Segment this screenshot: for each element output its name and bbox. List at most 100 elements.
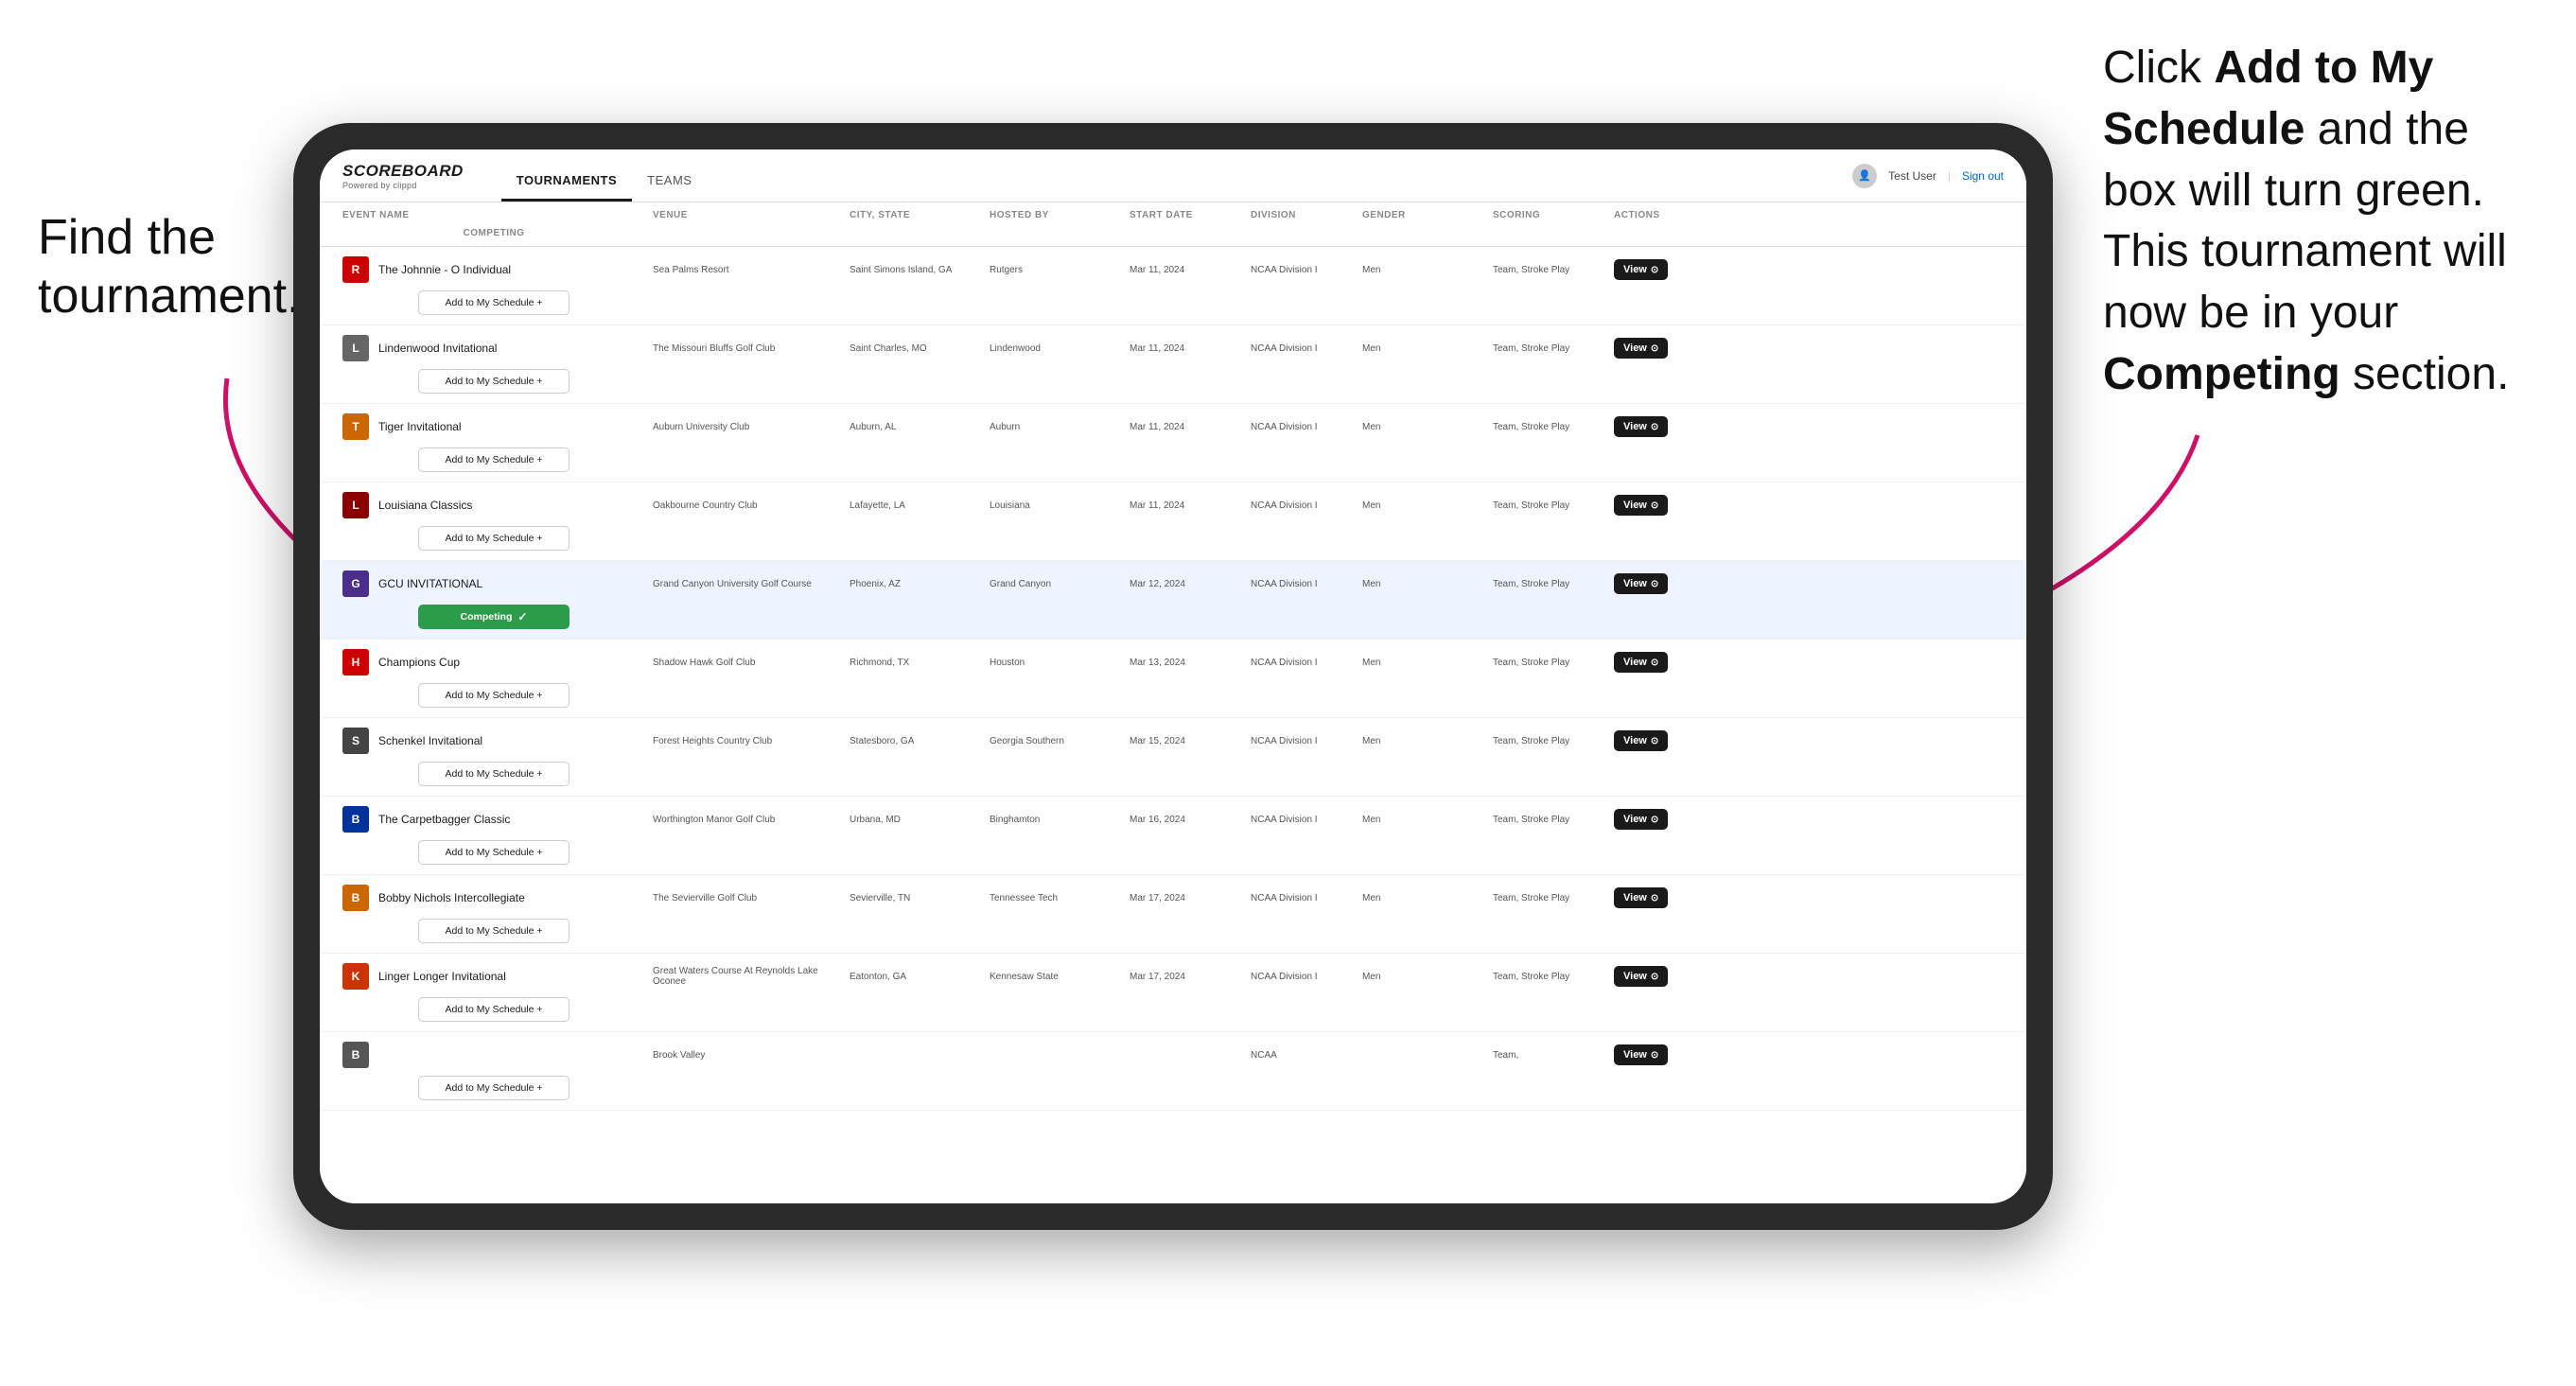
team-logo: T bbox=[342, 413, 369, 440]
actions-cell: View ⊙ bbox=[1614, 495, 1775, 516]
user-name: Test User bbox=[1888, 169, 1936, 183]
competing-button[interactable]: Competing ✓ bbox=[418, 605, 570, 629]
start-date-cell: Mar 15, 2024 bbox=[1130, 736, 1243, 746]
division-cell: NCAA Division I bbox=[1251, 265, 1355, 275]
add-to-schedule-button[interactable]: Add to My Schedule + bbox=[418, 290, 570, 315]
view-button[interactable]: View ⊙ bbox=[1614, 573, 1668, 594]
actions-cell: View ⊙ bbox=[1614, 573, 1775, 594]
view-button[interactable]: View ⊙ bbox=[1614, 652, 1668, 673]
view-button[interactable]: View ⊙ bbox=[1614, 416, 1668, 437]
event-name: Tiger Invitational bbox=[378, 420, 462, 433]
scoring-cell: Team, Stroke Play bbox=[1493, 422, 1606, 432]
team-logo: L bbox=[342, 335, 369, 361]
competing-cell: Add to My Schedule + bbox=[342, 447, 645, 472]
add-to-schedule-button[interactable]: Add to My Schedule + bbox=[418, 919, 570, 943]
start-date-cell: Mar 11, 2024 bbox=[1130, 343, 1243, 354]
tab-tournaments[interactable]: TOURNAMENTS bbox=[501, 173, 632, 202]
view-button[interactable]: View ⊙ bbox=[1614, 1044, 1668, 1065]
competing-cell: Add to My Schedule + bbox=[342, 762, 645, 786]
scoring-cell: Team, Stroke Play bbox=[1493, 658, 1606, 668]
gender-cell: Men bbox=[1362, 422, 1485, 432]
event-name-cell: T Tiger Invitational bbox=[342, 413, 645, 440]
division-cell: NCAA Division I bbox=[1251, 736, 1355, 746]
hosted-by-cell: Rutgers bbox=[990, 265, 1122, 275]
view-button[interactable]: View ⊙ bbox=[1614, 495, 1668, 516]
event-name-cell: KLinger Longer Invitational bbox=[342, 963, 645, 990]
event-name: Louisiana Classics bbox=[378, 499, 472, 512]
start-date-cell: Mar 11, 2024 bbox=[1130, 422, 1243, 432]
event-name: Bobby Nichols Intercollegiate bbox=[378, 891, 525, 904]
view-button[interactable]: View ⊙ bbox=[1614, 259, 1668, 280]
view-button[interactable]: View ⊙ bbox=[1614, 338, 1668, 359]
actions-cell: View ⊙ bbox=[1614, 730, 1775, 751]
add-to-schedule-button[interactable]: Add to My Schedule + bbox=[418, 683, 570, 708]
venue-cell: Auburn University Club bbox=[653, 422, 842, 432]
scoring-cell: Team, Stroke Play bbox=[1493, 815, 1606, 825]
add-to-schedule-button[interactable]: Add to My Schedule + bbox=[418, 447, 570, 472]
start-date-cell: Mar 17, 2024 bbox=[1130, 972, 1243, 982]
table-row: LLindenwood InvitationalThe Missouri Blu… bbox=[320, 325, 2026, 404]
city-state-cell: Sevierville, TN bbox=[850, 893, 982, 904]
sign-out-link[interactable]: Sign out bbox=[1962, 169, 2004, 183]
team-logo: L bbox=[342, 492, 369, 518]
actions-cell: View ⊙ bbox=[1614, 1044, 1775, 1065]
bold-competing: Competing bbox=[2103, 349, 2340, 399]
user-avatar: 👤 bbox=[1852, 164, 1877, 188]
gender-cell: Men bbox=[1362, 343, 1485, 354]
city-state-cell: Statesboro, GA bbox=[850, 736, 982, 746]
team-logo: B bbox=[342, 885, 369, 911]
table-row: SSchenkel InvitationalForest Heights Cou… bbox=[320, 718, 2026, 797]
division-cell: NCAA Division I bbox=[1251, 815, 1355, 825]
add-to-schedule-button[interactable]: Add to My Schedule + bbox=[418, 762, 570, 786]
table-row: RThe Johnnie - O IndividualSea Palms Res… bbox=[320, 247, 2026, 325]
view-button[interactable]: View ⊙ bbox=[1614, 887, 1668, 908]
event-name: Lindenwood Invitational bbox=[378, 342, 497, 355]
event-name: GCU INVITATIONAL bbox=[378, 577, 482, 590]
division-cell: NCAA bbox=[1251, 1050, 1355, 1061]
top-bar-right: 👤 Test User | Sign out bbox=[1852, 164, 2004, 188]
view-button[interactable]: View ⊙ bbox=[1614, 730, 1668, 751]
division-cell: NCAA Division I bbox=[1251, 893, 1355, 904]
add-to-schedule-button[interactable]: Add to My Schedule + bbox=[418, 997, 570, 1022]
scoring-cell: Team, Stroke Play bbox=[1493, 893, 1606, 904]
gender-cell: Men bbox=[1362, 815, 1485, 825]
start-date-cell: Mar 11, 2024 bbox=[1130, 500, 1243, 511]
event-name-cell: HChampions Cup bbox=[342, 649, 645, 675]
add-to-schedule-button[interactable]: Add to My Schedule + bbox=[418, 840, 570, 865]
table-row: KLinger Longer InvitationalGreat Waters … bbox=[320, 954, 2026, 1032]
add-to-schedule-button[interactable]: Add to My Schedule + bbox=[418, 526, 570, 551]
hosted-by-cell: Georgia Southern bbox=[990, 736, 1122, 746]
view-button[interactable]: View ⊙ bbox=[1614, 809, 1668, 830]
actions-cell: View ⊙ bbox=[1614, 259, 1775, 280]
scoring-cell: Team, Stroke Play bbox=[1493, 736, 1606, 746]
team-logo: K bbox=[342, 963, 369, 990]
hosted-by-cell: Kennesaw State bbox=[990, 972, 1122, 982]
event-name: Champions Cup bbox=[378, 656, 460, 669]
scoring-cell: Team, bbox=[1493, 1050, 1606, 1061]
right-annotation: Click Add to My Schedule and the box wil… bbox=[2103, 38, 2538, 406]
col-actions: ACTIONS bbox=[1614, 210, 1775, 220]
logo-sub: Powered by clippd bbox=[342, 181, 417, 190]
tab-teams[interactable]: TEAMS bbox=[632, 173, 707, 202]
col-city-state: CITY, STATE bbox=[850, 210, 982, 220]
add-to-schedule-button[interactable]: Add to My Schedule + bbox=[418, 1076, 570, 1100]
competing-cell: Add to My Schedule + bbox=[342, 840, 645, 865]
col-hosted-by: HOSTED BY bbox=[990, 210, 1122, 220]
scoring-cell: Team, Stroke Play bbox=[1493, 343, 1606, 354]
competing-cell: Add to My Schedule + bbox=[342, 526, 645, 551]
view-button[interactable]: View ⊙ bbox=[1614, 966, 1668, 987]
venue-cell: The Sevierville Golf Club bbox=[653, 893, 842, 904]
col-scoring: SCORING bbox=[1493, 210, 1606, 220]
city-state-cell: Lafayette, LA bbox=[850, 500, 982, 511]
competing-cell: Add to My Schedule + bbox=[342, 1076, 645, 1100]
event-name-cell: RThe Johnnie - O Individual bbox=[342, 256, 645, 283]
event-name-cell: L Louisiana Classics bbox=[342, 492, 645, 518]
event-name-cell: B bbox=[342, 1042, 645, 1068]
gender-cell: Men bbox=[1362, 736, 1485, 746]
city-state-cell: Phoenix, AZ bbox=[850, 579, 982, 589]
table-area: EVENT NAME VENUE CITY, STATE HOSTED BY S… bbox=[320, 202, 2026, 1203]
add-to-schedule-button[interactable]: Add to My Schedule + bbox=[418, 369, 570, 394]
actions-cell: View ⊙ bbox=[1614, 966, 1775, 987]
gender-cell: Men bbox=[1362, 265, 1485, 275]
hosted-by-cell: Auburn bbox=[990, 422, 1122, 432]
